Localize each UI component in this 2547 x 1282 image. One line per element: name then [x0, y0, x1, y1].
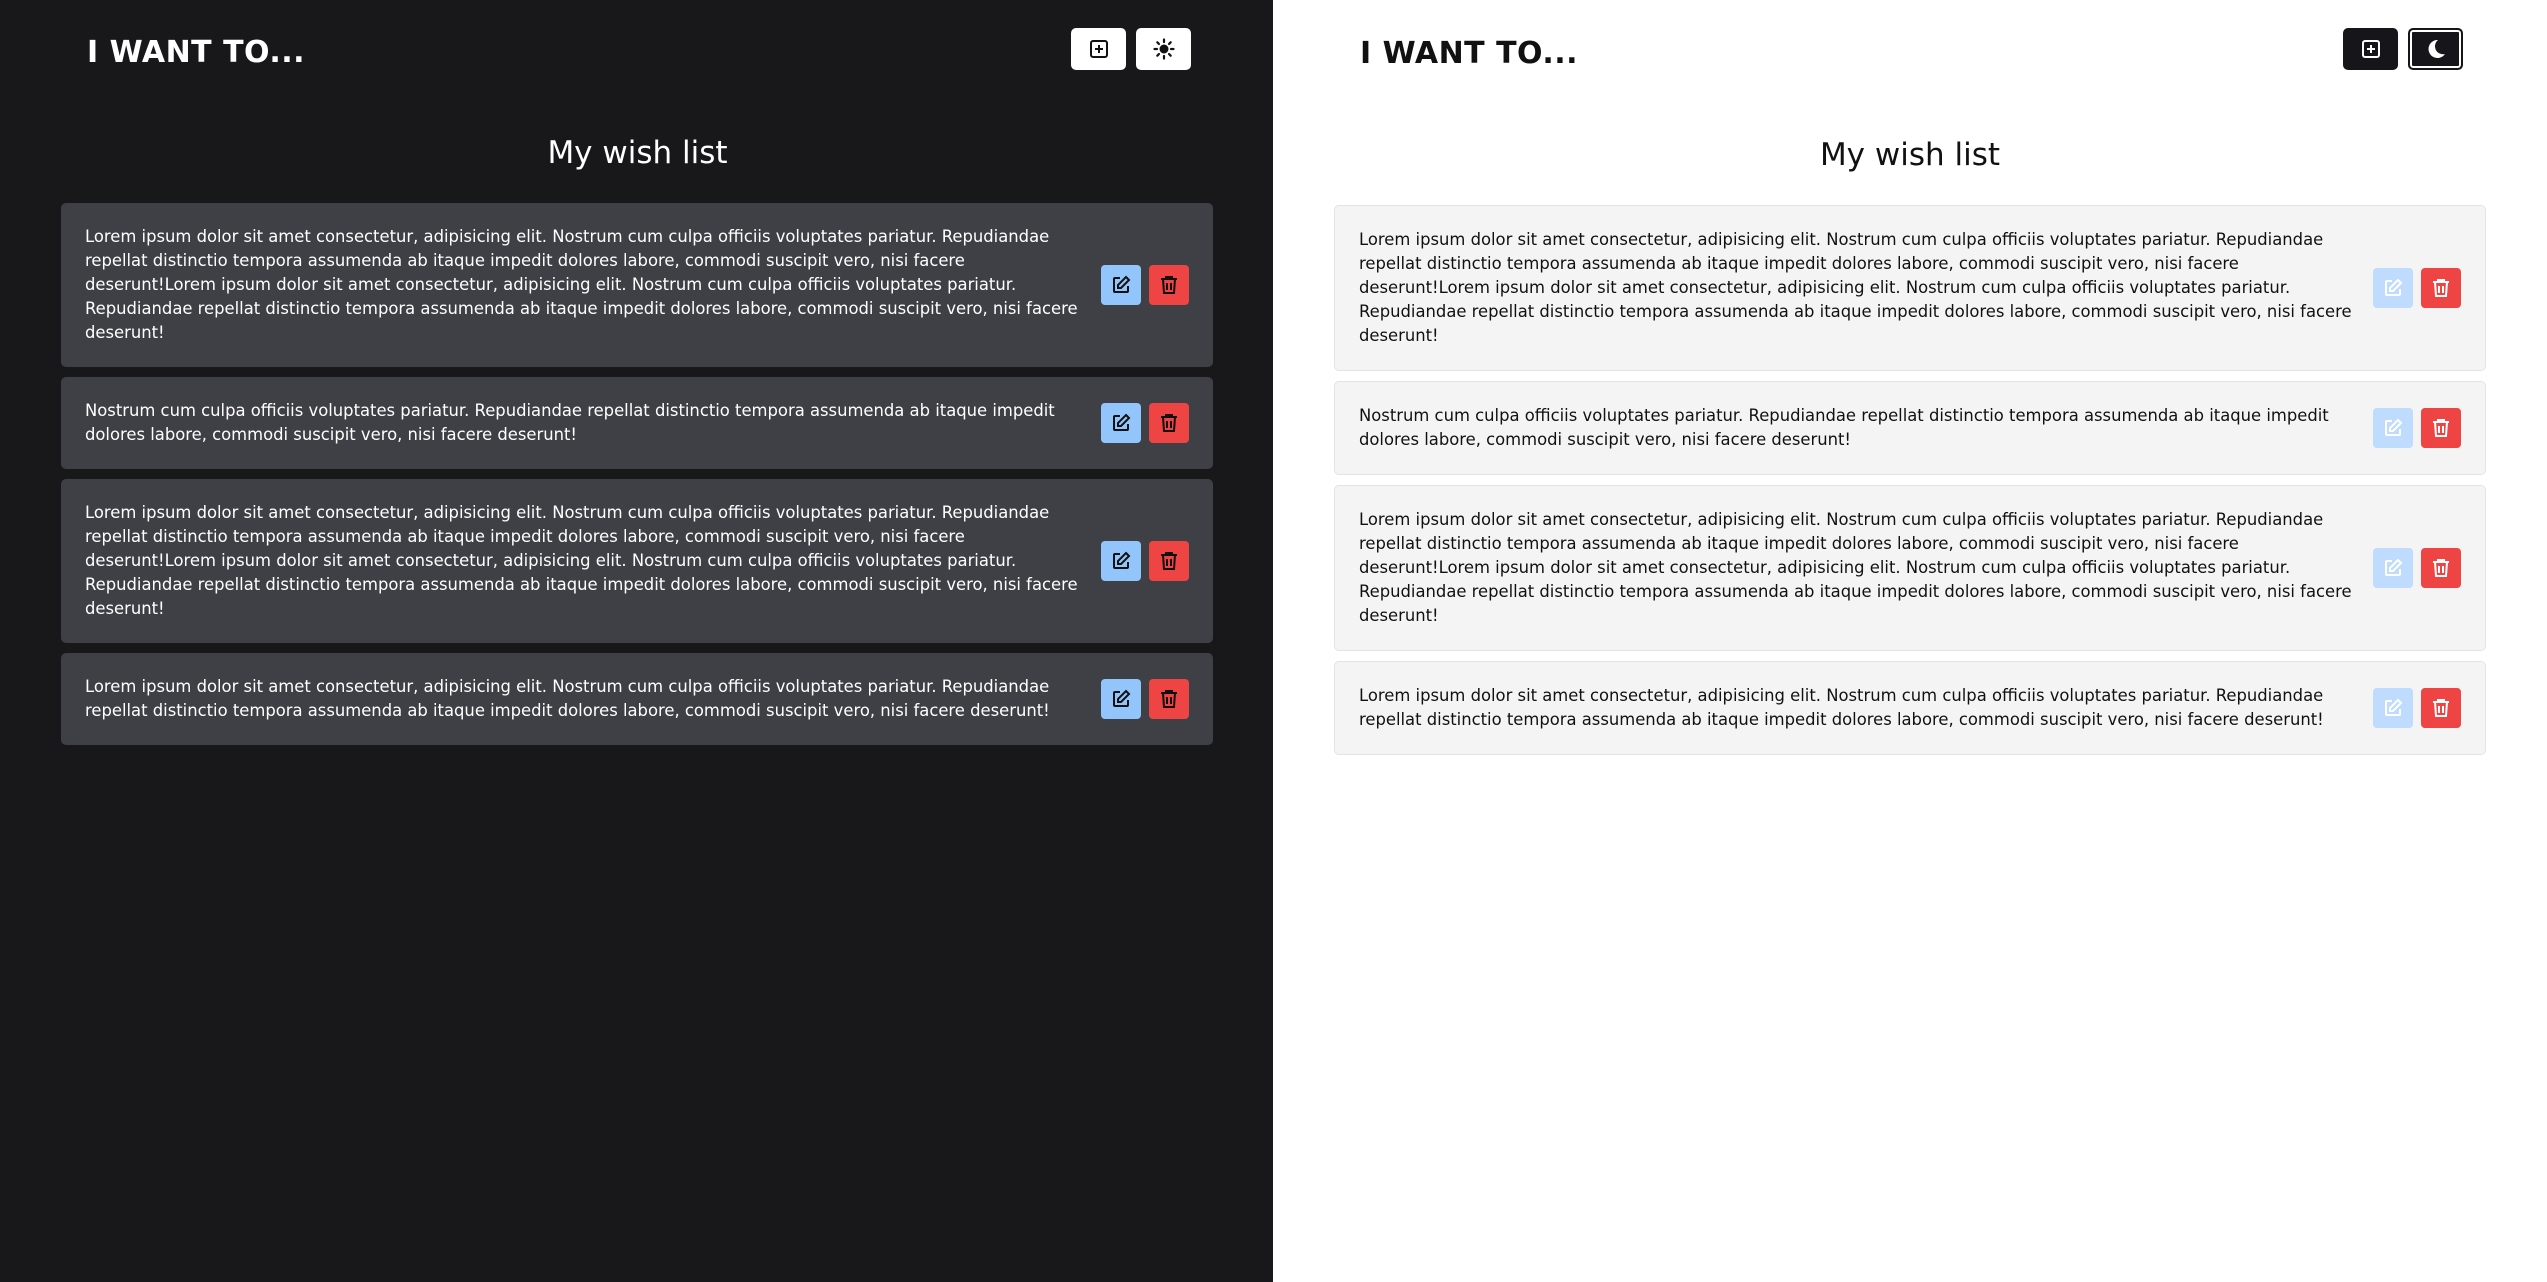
- moon-icon: [2428, 39, 2445, 58]
- item-text: Nostrum cum culpa officiis voluptates pa…: [1359, 406, 2329, 449]
- plus-square-icon: [2361, 40, 2380, 58]
- header-actions: [1071, 28, 1191, 70]
- item-actions: [1101, 679, 1189, 719]
- item-text: Lorem ipsum dolor sit amet consectetur, …: [85, 503, 1078, 618]
- delete-button[interactable]: [1149, 679, 1189, 719]
- delete-button[interactable]: [1149, 265, 1189, 305]
- trash-icon: [2433, 419, 2449, 437]
- edit-button[interactable]: [2373, 268, 2413, 308]
- item-text: Lorem ipsum dolor sit amet consectetur, …: [1359, 230, 2352, 345]
- edit-icon: [2385, 278, 2403, 296]
- edit-icon: [1113, 689, 1131, 707]
- trash-icon: [1161, 690, 1177, 708]
- trash-icon: [2433, 559, 2449, 577]
- wish-list: Lorem ipsum dolor sit amet consectetur, …: [61, 203, 1213, 745]
- header-actions: [2343, 28, 2463, 70]
- edit-button[interactable]: [1101, 679, 1141, 719]
- item-text: Lorem ipsum dolor sit amet consectetur, …: [85, 677, 1050, 720]
- item-text: Lorem ipsum dolor sit amet consectetur, …: [1359, 510, 2352, 625]
- theme-toggle-button[interactable]: [2408, 28, 2463, 70]
- trash-icon: [1161, 552, 1177, 570]
- trash-icon: [1161, 414, 1177, 432]
- edit-icon: [2385, 418, 2403, 436]
- page-title: My wish list: [547, 135, 728, 171]
- edit-icon: [1113, 551, 1131, 569]
- item-actions: [2373, 268, 2461, 308]
- wish-list: Lorem ipsum dolor sit amet consectetur, …: [1334, 205, 2486, 755]
- delete-button[interactable]: [2421, 548, 2461, 588]
- item-actions: [1101, 541, 1189, 581]
- sun-icon: [1152, 38, 1175, 60]
- add-item-button[interactable]: [1071, 28, 1126, 70]
- item-actions: [2373, 688, 2461, 728]
- edit-icon: [2385, 558, 2403, 576]
- item-actions: [2373, 408, 2461, 448]
- trash-icon: [2433, 699, 2449, 717]
- trash-icon: [2433, 279, 2449, 297]
- list-item: Lorem ipsum dolor sit amet consectetur, …: [61, 203, 1213, 367]
- item-actions: [2373, 548, 2461, 588]
- item-text: Nostrum cum culpa officiis voluptates pa…: [85, 401, 1055, 444]
- edit-button[interactable]: [1101, 265, 1141, 305]
- edit-button[interactable]: [2373, 688, 2413, 728]
- list-item: Lorem ipsum dolor sit amet consectetur, …: [1334, 485, 2486, 651]
- delete-button[interactable]: [2421, 268, 2461, 308]
- edit-button[interactable]: [2373, 408, 2413, 448]
- list-item: Lorem ipsum dolor sit amet consectetur, …: [61, 479, 1213, 643]
- edit-icon: [1113, 413, 1131, 431]
- trash-icon: [1161, 276, 1177, 294]
- app-logo: I WANT TO...: [1360, 36, 1579, 71]
- delete-button[interactable]: [1149, 403, 1189, 443]
- delete-button[interactable]: [1149, 541, 1189, 581]
- plus-square-icon: [1089, 40, 1108, 58]
- edit-button[interactable]: [1101, 541, 1141, 581]
- item-actions: [1101, 403, 1189, 443]
- edit-icon: [2385, 698, 2403, 716]
- item-text: Lorem ipsum dolor sit amet consectetur, …: [1359, 686, 2324, 729]
- edit-button[interactable]: [1101, 403, 1141, 443]
- dark-theme-panel: I WANT TO... My wish list Lorem ipsum do…: [0, 0, 1273, 1282]
- item-text: Lorem ipsum dolor sit amet consectetur, …: [85, 227, 1078, 342]
- list-item: Lorem ipsum dolor sit amet consectetur, …: [1334, 205, 2486, 371]
- theme-toggle-button[interactable]: [1136, 28, 1191, 70]
- item-actions: [1101, 265, 1189, 305]
- edit-button[interactable]: [2373, 548, 2413, 588]
- light-theme-panel: I WANT TO... My wish list Lorem ipsum do…: [1273, 0, 2547, 1282]
- list-item: Lorem ipsum dolor sit amet consectetur, …: [1334, 661, 2486, 755]
- edit-icon: [1113, 275, 1131, 293]
- list-item: Lorem ipsum dolor sit amet consectetur, …: [61, 653, 1213, 745]
- list-item: Nostrum cum culpa officiis voluptates pa…: [61, 377, 1213, 469]
- page-title: My wish list: [1819, 137, 2001, 173]
- list-item: Nostrum cum culpa officiis voluptates pa…: [1334, 381, 2486, 475]
- add-item-button[interactable]: [2343, 28, 2398, 70]
- delete-button[interactable]: [2421, 408, 2461, 448]
- delete-button[interactable]: [2421, 688, 2461, 728]
- app-logo: I WANT TO...: [87, 35, 306, 70]
